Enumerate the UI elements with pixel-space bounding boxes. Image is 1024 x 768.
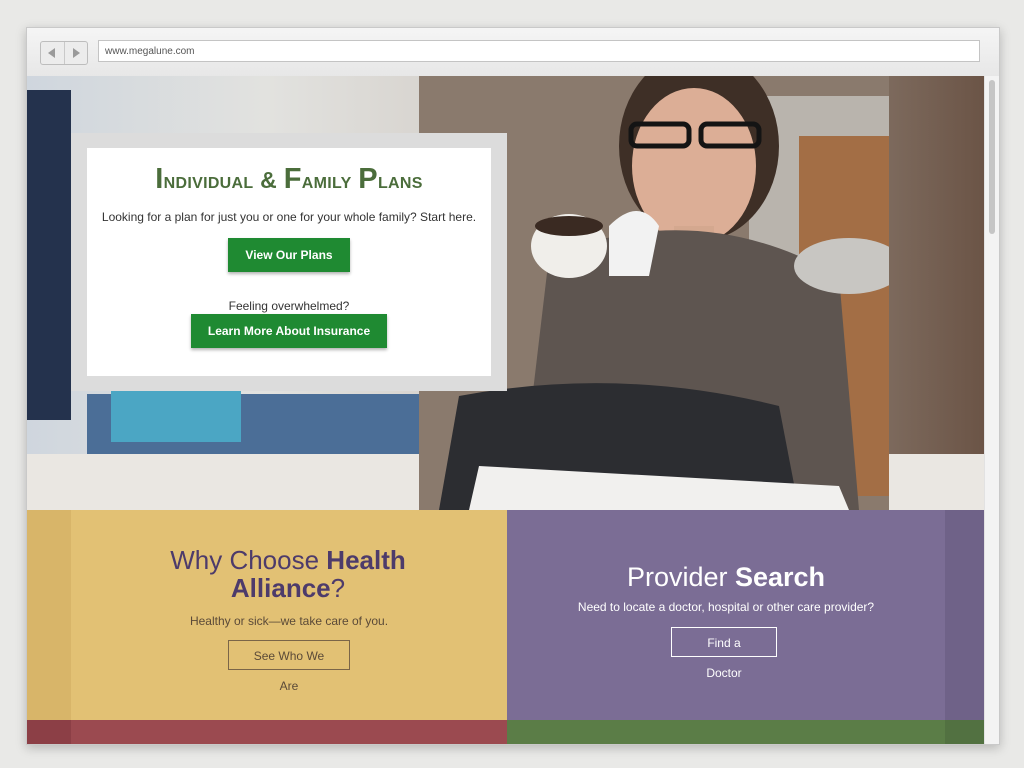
forward-arrow-icon bbox=[72, 48, 80, 58]
provider-search-text: Need to locate a doctor, hospital or oth… bbox=[577, 600, 875, 614]
address-bar[interactable]: www.megalune.com bbox=[98, 40, 980, 62]
tile-edge bbox=[945, 510, 985, 720]
browser-toolbar: www.megalune.com bbox=[27, 28, 999, 77]
view-plans-button[interactable]: View Our Plans bbox=[228, 238, 350, 272]
provider-heading-bold: Search bbox=[734, 562, 826, 592]
title-part-3: lans bbox=[377, 167, 423, 193]
why-choose-heading: Why Choose Health Alliance? bbox=[147, 546, 429, 602]
provider-heading-normal: Provider bbox=[626, 562, 735, 592]
title-part-1: ndividual & bbox=[163, 167, 284, 193]
see-who-we-are-button[interactable]: See Who We Are bbox=[228, 640, 350, 693]
why-choose-tile: Why Choose Health Alliance? Healthy or s… bbox=[27, 510, 507, 720]
overwhelmed-question: Feeling overwhelmed? bbox=[228, 299, 350, 313]
scrollbar[interactable] bbox=[984, 76, 999, 744]
why-choose-text: Healthy or sick—we take care of you. bbox=[189, 614, 389, 628]
nav-buttons bbox=[40, 41, 88, 65]
plans-card: Individual & Family Plans Looking for a … bbox=[87, 148, 491, 376]
title-initial-1: I bbox=[155, 163, 164, 195]
why-heading-normal: Why Choose bbox=[170, 545, 327, 575]
forward-button[interactable] bbox=[63, 42, 88, 64]
page-title: Individual & Family Plans bbox=[87, 163, 491, 196]
hero-subtitle: Looking for a plan for just you or one f… bbox=[101, 210, 477, 224]
back-button[interactable] bbox=[41, 42, 64, 64]
why-heading-end: ? bbox=[330, 573, 346, 603]
title-part-2: amily bbox=[301, 167, 359, 193]
tile-edge bbox=[945, 720, 985, 744]
scrollbar-thumb[interactable] bbox=[989, 80, 995, 234]
green-tile-strip bbox=[507, 720, 985, 744]
hero-photo-box-teal bbox=[111, 388, 241, 442]
page-viewport: Individual & Family Plans Looking for a … bbox=[27, 76, 999, 744]
provider-search-heading: Provider Search bbox=[507, 562, 945, 593]
hero-photo-shelf bbox=[27, 90, 71, 420]
plans-card-frame: Individual & Family Plans Looking for a … bbox=[71, 133, 507, 391]
title-initial-2: F bbox=[283, 163, 302, 195]
learn-more-button[interactable]: Learn More About Insurance bbox=[190, 314, 388, 348]
red-tile-strip bbox=[27, 720, 507, 744]
hero-section: Individual & Family Plans Looking for a … bbox=[27, 76, 985, 510]
provider-search-tile: Provider Search Need to locate a doctor,… bbox=[507, 510, 985, 720]
browser-window: www.megalune.com Individual & Family Pla… bbox=[26, 27, 1000, 745]
tile-edge bbox=[27, 720, 71, 744]
find-a-doctor-button[interactable]: Find a Doctor bbox=[671, 627, 777, 680]
title-initial-3: P bbox=[358, 163, 378, 195]
back-arrow-icon bbox=[48, 48, 56, 58]
